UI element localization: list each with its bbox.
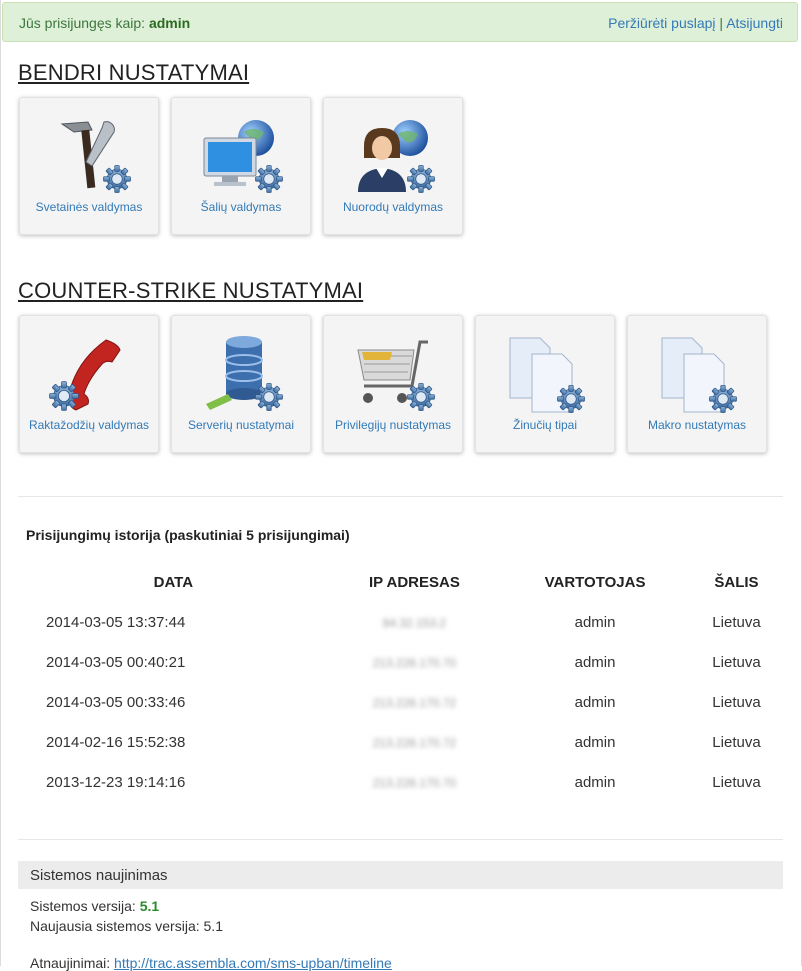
cell-country: Lietuva (712, 613, 761, 631)
cell-ip: 213.226.170.70 (329, 642, 500, 682)
cs-settings-title: COUNTER-STRIKE NUSTATYMAI (18, 278, 364, 303)
cell-country: Lietuva (712, 693, 761, 711)
cell-ip: 213.226.170.72 (329, 722, 500, 762)
cell-date: 2013-12-23 19:14:16 (46, 773, 186, 791)
table-row: 2013-12-23 19:14:16 213.226.170.70 admin… (18, 762, 783, 802)
link-separator: | (719, 15, 724, 31)
cell-country: Lietuva (712, 733, 761, 751)
cart-gear-icon (357, 340, 435, 411)
topbar-links: Peržiūrėti puslapį | Atsijungti (608, 15, 783, 31)
documents-gear-icon (661, 337, 737, 413)
table-row: 2014-03-05 13:37:44 84.32.153.2 admin Li… (18, 602, 783, 642)
cell-ip: 213.226.170.70 (329, 762, 500, 802)
tile-server-settings[interactable]: Serverių nustatymai (171, 315, 311, 453)
ip-value: 213.226.170.72 (372, 735, 457, 750)
ip-value: 213.226.170.70 (372, 775, 457, 790)
cell-ip: 84.32.153.2 (329, 602, 500, 642)
general-settings-title: BENDRI NUSTATYMAI (18, 60, 250, 85)
latest-version-label: Naujausia sistemos versija: (30, 918, 200, 934)
tile-label: Privilegijų nustatymas (334, 418, 452, 432)
tile-message-types[interactable]: Žinučių tipai (475, 315, 615, 453)
ip-value: 84.32.153.2 (382, 615, 447, 630)
cell-user: admin (574, 773, 616, 791)
tile-label: Svetainės valdymas (35, 200, 143, 214)
tile-label: Nuorodų valdymas (342, 200, 444, 214)
column-header-date: DATA (153, 573, 194, 591)
system-update-header: Sistemos naujinimas (18, 861, 783, 889)
latest-version-value: 5.1 (203, 918, 223, 934)
cell-date: 2014-03-05 00:40:21 (46, 653, 186, 671)
monitor-globe-gear-icon (203, 120, 283, 193)
divider (18, 496, 783, 497)
cell-user: admin (574, 653, 616, 671)
tile-label: Šalių valdymas (200, 200, 282, 214)
login-history-table: DATA IP ADRESAS VARTOTOJAS ŠALIS 2014-03… (18, 562, 783, 802)
tile-label: Makro nustatymas (647, 418, 747, 432)
view-page-link[interactable]: Peržiūrėti puslapį (608, 15, 715, 31)
cell-date: 2014-02-16 15:52:38 (46, 733, 186, 751)
login-username: admin (148, 15, 191, 31)
tile-site-management[interactable]: Svetainės valdymas (19, 97, 159, 235)
phone-gear-icon (49, 339, 121, 411)
tile-label: Raktažodžių valdymas (28, 418, 150, 432)
cell-ip: 213.226.170.72 (329, 682, 500, 722)
database-gear-icon (206, 336, 283, 411)
login-status-bar: Jūs prisijungęs kaip: admin Peržiūrėti p… (2, 2, 798, 42)
table-row: 2014-03-05 00:33:46 213.226.170.72 admin… (18, 682, 783, 722)
system-version-line: Sistemos versija: 5.1 (30, 898, 159, 914)
tile-link-management[interactable]: Nuorodų valdymas (323, 97, 463, 235)
cell-country: Lietuva (712, 773, 761, 791)
updates-line: Atnaujinimai: http://trac.assembla.com/s… (30, 955, 392, 971)
login-status: Jūs prisijungęs kaip: admin (19, 15, 190, 31)
table-row: 2014-02-16 15:52:38 213.226.170.72 admin… (18, 722, 783, 762)
documents-gear-icon (509, 337, 585, 413)
tile-label: Žinučių tipai (512, 418, 578, 432)
tile-country-management[interactable]: Šalių valdymas (171, 97, 311, 235)
cell-date: 2014-03-05 13:37:44 (46, 613, 186, 631)
column-header-user: VARTOTOJAS (544, 573, 646, 591)
ip-value: 213.226.170.70 (372, 655, 457, 670)
latest-version-line: Naujausia sistemos versija: 5.1 (30, 918, 223, 934)
login-prefix: Jūs prisijungęs kaip: (19, 15, 146, 31)
cell-user: admin (574, 613, 616, 631)
table-header-row: DATA IP ADRESAS VARTOTOJAS ŠALIS (18, 562, 783, 602)
system-version-value: 5.1 (139, 898, 160, 914)
person-globe-gear-icon (358, 120, 435, 193)
login-history-title: Prisijungimų istorija (paskutiniai 5 pri… (26, 527, 350, 543)
tile-keyword-management[interactable]: Raktažodžių valdymas (19, 315, 159, 453)
column-header-ip: IP ADRESAS (368, 573, 460, 591)
tile-label: Serverių nustatymai (187, 418, 295, 432)
cell-user: admin (574, 733, 616, 751)
column-header-country: ŠALIS (714, 573, 759, 591)
table-row: 2014-03-05 00:40:21 213.226.170.70 admin… (18, 642, 783, 682)
cell-country: Lietuva (712, 653, 761, 671)
cell-user: admin (574, 693, 616, 711)
tools-gear-icon (60, 121, 131, 193)
tile-macro-settings[interactable]: Makro nustatymas (627, 315, 767, 453)
cell-date: 2014-03-05 00:33:46 (46, 693, 186, 711)
updates-label: Atnaujinimai: (30, 955, 111, 971)
logout-link[interactable]: Atsijungti (726, 15, 783, 31)
divider (18, 839, 783, 840)
ip-value: 213.226.170.72 (372, 695, 457, 710)
tile-privilege-settings[interactable]: Privilegijų nustatymas (323, 315, 463, 453)
updates-link[interactable]: http://trac.assembla.com/sms-upban/timel… (114, 955, 392, 971)
system-version-label: Sistemos versija: (30, 898, 136, 914)
